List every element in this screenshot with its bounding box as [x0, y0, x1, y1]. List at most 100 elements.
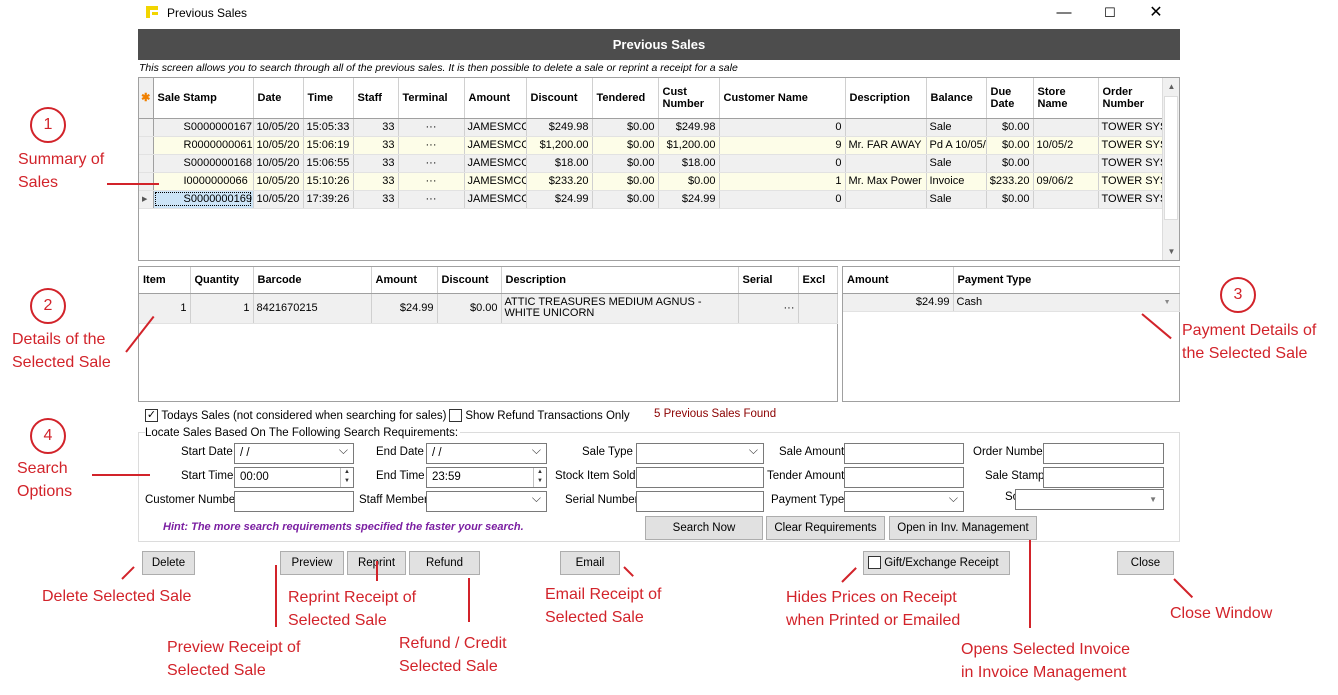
table-cell[interactable]: 0 [719, 190, 846, 209]
search-now-button[interactable]: Search Now [645, 516, 763, 540]
table-cell[interactable]: Sale [926, 118, 987, 137]
table-cell[interactable]: $24.99 [526, 190, 593, 209]
table-cell[interactable]: 10/05/20 [253, 172, 304, 191]
table-cell[interactable] [1033, 190, 1099, 209]
end-time-input[interactable]: 23:59 ▲ ▼ [426, 467, 547, 488]
table-cell[interactable]: $18.00 [658, 154, 720, 173]
table-cell[interactable]: ATTIC TREASURES MEDIUM AGNUS - WHITE UNI… [501, 293, 739, 324]
sales-grid[interactable]: ✱ Sale Stamp Date Time Staff Terminal Amount D… [138, 77, 1180, 261]
table-cell[interactable]: $0.00 [658, 172, 720, 191]
checkbox-unchecked-icon[interactable] [868, 556, 881, 570]
table-cell[interactable]: $0.00 [437, 293, 502, 324]
end-date-picker[interactable]: / / [426, 441, 547, 464]
preview-button[interactable]: Preview [280, 551, 344, 575]
table-cell[interactable] [798, 293, 838, 324]
table-cell[interactable] [845, 190, 927, 209]
table-cell[interactable]: 10/05/2 [1033, 136, 1099, 155]
column-header[interactable]: Excl [798, 267, 838, 294]
column-header[interactable]: Discount [437, 267, 502, 294]
table-cell[interactable]: $1,200.00 [658, 136, 720, 155]
table-cell[interactable]: $233.20 [526, 172, 593, 191]
table-cell[interactable]: 09/06/2 [1033, 172, 1099, 191]
scroll-thumb[interactable] [1164, 96, 1178, 220]
sale-amount-input[interactable] [844, 443, 964, 464]
table-cell[interactable]: $0.00 [986, 190, 1034, 209]
table-cell[interactable]: S0000000168 [153, 154, 254, 173]
table-cell[interactable]: $0.00 [986, 154, 1034, 173]
open-inv-management-button[interactable]: Open in Inv. Management [889, 516, 1037, 540]
table-cell[interactable]: 33 [353, 172, 399, 191]
table-cell[interactable]: 15:05:33 [303, 118, 354, 137]
table-cell[interactable]: 33 [353, 136, 399, 155]
table-cell[interactable]: 17:39:26 [303, 190, 354, 209]
table-cell[interactable]: $24.99 [843, 293, 954, 312]
column-header[interactable]: Description [501, 267, 739, 294]
table-cell[interactable]: JAMESMCC [464, 172, 527, 191]
start-date-picker[interactable]: / / [234, 441, 354, 464]
current-row-icon[interactable]: ▶ [139, 190, 154, 209]
column-header[interactable]: Sale Stamp [153, 78, 254, 119]
table-cell[interactable] [845, 118, 927, 137]
table-cell[interactable]: 10/05/20 [253, 154, 304, 173]
column-header[interactable]: Date [253, 78, 304, 119]
sales-scrollbar[interactable]: ▲ ▼ [1162, 78, 1179, 260]
table-cell[interactable]: ··· [738, 293, 799, 324]
column-header[interactable]: Cust Number [658, 78, 720, 119]
minimize-icon[interactable]: — [1041, 0, 1087, 26]
table-cell[interactable]: $24.99 [371, 293, 438, 324]
column-header[interactable]: Amount [843, 267, 954, 294]
table-cell[interactable]: $249.98 [658, 118, 720, 137]
table-cell[interactable]: $0.00 [592, 154, 659, 173]
staff-lookup-icon[interactable]: ··· [398, 190, 465, 209]
table-cell[interactable]: TOWER SYS [1098, 172, 1164, 191]
table-cell[interactable]: TOWER SYS [1098, 118, 1164, 137]
staff-lookup-icon[interactable]: ··· [398, 172, 465, 191]
staff-lookup-icon[interactable]: ··· [398, 136, 465, 155]
table-cell[interactable]: 15:10:26 [303, 172, 354, 191]
column-header[interactable]: Barcode [253, 267, 372, 294]
column-header[interactable]: Description [845, 78, 927, 119]
payments-grid[interactable]: Amount Payment Type $24.99 Cash ▼ [842, 266, 1180, 402]
column-header[interactable]: Order Number [1098, 78, 1164, 119]
table-cell[interactable]: Mr. FAR AWAY [845, 136, 927, 155]
staff-member-select[interactable] [426, 489, 547, 512]
table-cell[interactable]: 10/05/20 [253, 118, 304, 137]
table-cell[interactable]: JAMESMCC [464, 136, 527, 155]
close-window-icon[interactable]: ✕ [1133, 0, 1179, 26]
table-cell[interactable]: Mr. Max Power [845, 172, 927, 191]
column-header[interactable]: Customer Name [719, 78, 846, 119]
serial-number-input[interactable] [636, 491, 764, 512]
table-cell[interactable]: $233.20 [986, 172, 1034, 191]
table-cell[interactable]: $18.00 [526, 154, 593, 173]
checkbox-checked-icon[interactable]: ✓ [145, 409, 158, 423]
email-button[interactable]: Email [560, 551, 620, 575]
table-row[interactable]: $24.99 Cash ▼ [843, 293, 1180, 312]
table-cell[interactable]: Pd A 10/05/202 [926, 136, 987, 155]
table-cell[interactable]: $0.00 [986, 118, 1034, 137]
close-button[interactable]: Close [1117, 551, 1174, 575]
column-header[interactable]: Balance [926, 78, 987, 119]
stock-item-input[interactable] [636, 467, 764, 488]
items-grid[interactable]: Item Quantity Barcode Amount Discount Descrip… [138, 266, 838, 402]
table-cell[interactable]: 10/05/20 [253, 136, 304, 155]
table-row[interactable]: I0000000066 10/05/20 15:10:26 33 ··· JAMESMCC… [139, 172, 1164, 191]
staff-lookup-icon[interactable]: ··· [398, 154, 465, 173]
table-cell[interactable]: $249.98 [526, 118, 593, 137]
row-header[interactable] [139, 136, 154, 155]
clear-requirements-button[interactable]: Clear Requirements [766, 516, 885, 540]
column-header[interactable]: Time [303, 78, 354, 119]
scroll-down-icon[interactable]: ▼ [1163, 243, 1180, 260]
table-cell[interactable]: Sale [926, 154, 987, 173]
table-cell[interactable]: R0000000061 [153, 136, 254, 155]
table-cell[interactable]: 10/05/20 [253, 190, 304, 209]
table-row[interactable]: ▶ S0000000169 10/05/20 17:39:26 33 ··· JAMESMC… [139, 190, 1164, 209]
column-header[interactable]: Serial [738, 267, 799, 294]
dropdown-arrow-icon[interactable]: ▼ [1164, 294, 1171, 311]
payment-type-select[interactable] [844, 489, 964, 512]
sale-type-select[interactable] [636, 441, 764, 464]
row-header[interactable] [139, 172, 154, 191]
column-header[interactable]: Staff [353, 78, 399, 119]
table-row[interactable]: R0000000061 10/05/20 15:06:19 33 ··· JAMESMCC… [139, 136, 1164, 155]
column-header[interactable]: Quantity [190, 267, 254, 294]
table-cell[interactable]: $0.00 [592, 172, 659, 191]
